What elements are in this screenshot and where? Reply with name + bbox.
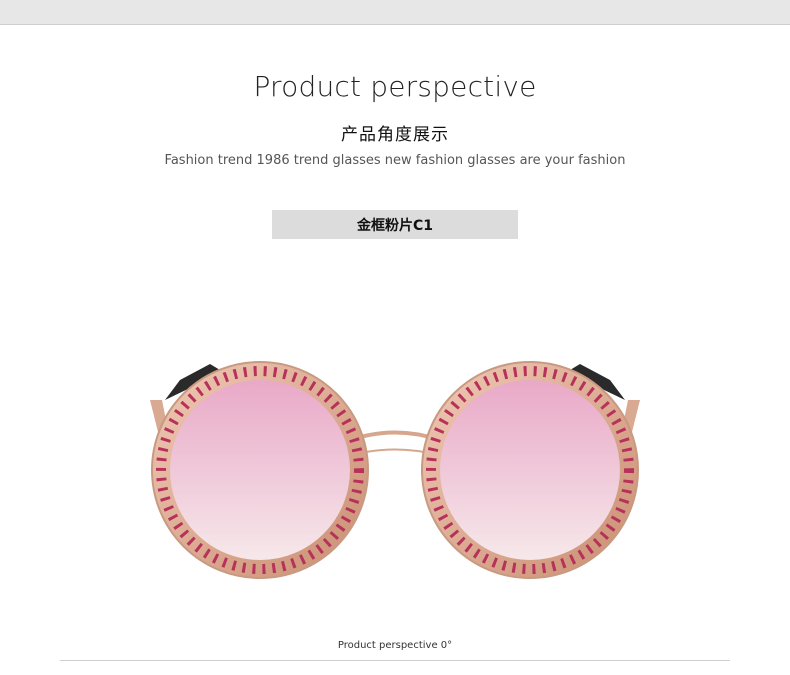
divider-line	[60, 660, 730, 661]
variant-label: 金框粉片C1	[272, 210, 518, 239]
image-caption: Product perspective 0°	[337, 640, 453, 651]
top-bar	[0, 0, 790, 25]
page-subtitle-cn: 产品角度展示	[341, 125, 449, 145]
left-lens	[170, 380, 350, 560]
sunglasses-image	[130, 340, 660, 600]
page-title: Product perspective	[253, 70, 537, 103]
variant-label-text: 金框粉片C1	[356, 217, 433, 234]
right-lens	[440, 380, 620, 560]
sunglasses-icon	[150, 361, 640, 579]
page-tagline: Fashion trend 1986 trend glasses new fas…	[164, 153, 626, 168]
